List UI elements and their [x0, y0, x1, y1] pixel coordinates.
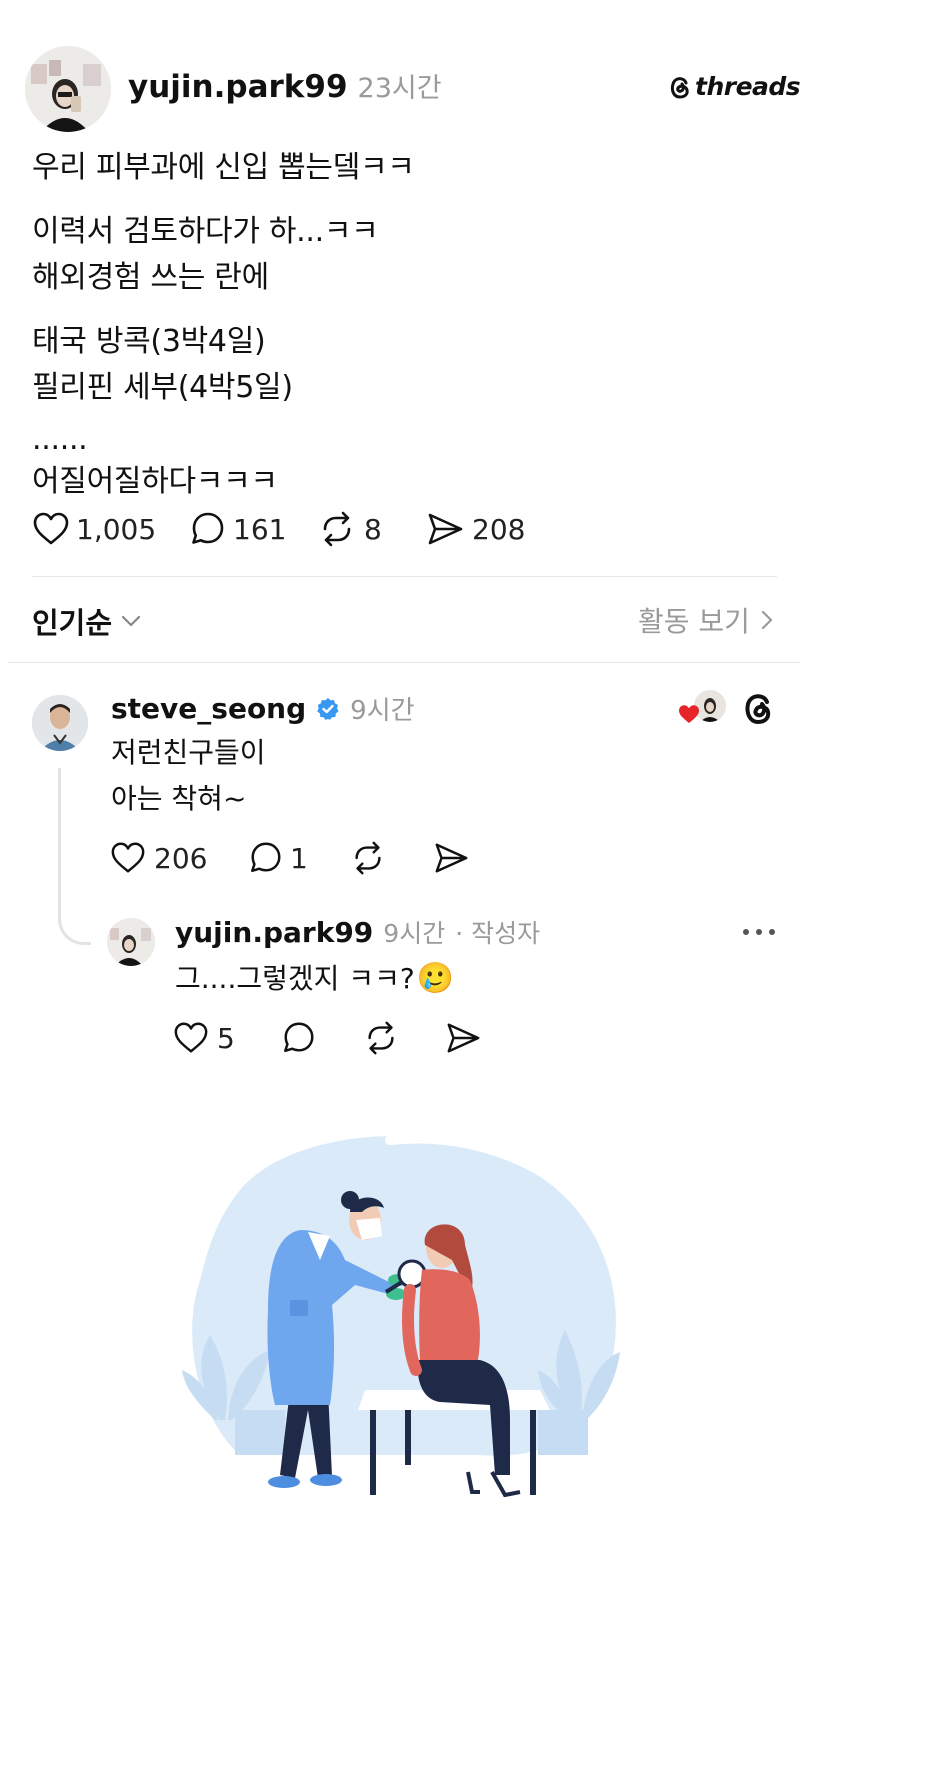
- post-line: 필리핀 세부(4박5일): [32, 370, 293, 405]
- reply-like-button[interactable]: 5: [173, 1020, 235, 1056]
- comment-reply-button[interactable]: 1: [248, 840, 308, 876]
- comment-author-avatar[interactable]: [32, 695, 88, 751]
- post-line: 어질어질하다ㅋㅋㅋ: [32, 464, 278, 499]
- repost-icon[interactable]: [363, 1020, 399, 1056]
- reply-time: 9시간: [383, 919, 446, 948]
- share-count: 208: [472, 512, 526, 546]
- reply-author-avatar[interactable]: [107, 918, 155, 966]
- heart-icon: [111, 842, 145, 873]
- replies-divider: [8, 662, 800, 663]
- comment-username[interactable]: steve_seong: [111, 692, 306, 725]
- heart-icon: [33, 512, 69, 545]
- comment-icon: [192, 512, 224, 544]
- threads-icon: [670, 76, 689, 99]
- repost-count: 8: [364, 512, 382, 546]
- post-line: 태국 방콕(3박4일): [32, 324, 266, 359]
- comment-like-count: 206: [154, 841, 208, 875]
- post-line: 이력서 검토하다가 하...ㅋㅋ: [32, 214, 379, 249]
- more-options-icon[interactable]: [741, 922, 777, 942]
- comment-reply-count: 1: [290, 841, 308, 875]
- heart-icon: [174, 1022, 208, 1053]
- post-actions: 1,005 161 8 208: [32, 510, 632, 554]
- repost-icon: [323, 511, 351, 547]
- send-icon[interactable]: [445, 1020, 481, 1056]
- comment-actions: 206 1: [110, 840, 530, 880]
- post-body: 우리 피부과에 신입 뽑는뎈ㅋㅋ 이력서 검토하다가 하...ㅋㅋ 해외경험 쓰…: [32, 142, 892, 508]
- threads-icon[interactable]: [741, 690, 775, 726]
- comment-like-button[interactable]: 206: [110, 840, 207, 876]
- share-button[interactable]: 208: [426, 510, 525, 548]
- verified-badge-icon: [317, 697, 339, 720]
- post-author-avatar[interactable]: [25, 46, 111, 132]
- post-time: 23시간: [357, 73, 442, 104]
- comment-time: 9시간: [350, 696, 415, 726]
- post-line: 해외경험 쓰는 란에: [32, 260, 269, 295]
- post-username[interactable]: yujin.park99: [128, 69, 348, 105]
- send-icon: [428, 513, 463, 545]
- activity-label: 활동 보기: [638, 605, 750, 638]
- comment-button[interactable]: 161: [189, 510, 286, 548]
- like-count: 1,005: [76, 512, 157, 546]
- comment-line: 아는 착혀~: [111, 782, 247, 815]
- post-line: 우리 피부과에 신입 뽑는뎈ㅋㅋ: [32, 150, 415, 185]
- comment-count: 161: [233, 512, 287, 546]
- thread-line: [58, 768, 91, 945]
- repost-button[interactable]: 8: [318, 510, 382, 548]
- reply-username[interactable]: yujin.park99: [175, 916, 373, 949]
- repost-icon[interactable]: [350, 840, 386, 876]
- comment-icon: [251, 842, 281, 873]
- reply-actions: 5: [173, 1020, 493, 1060]
- post-divider: [32, 576, 777, 577]
- heart-icon: [679, 705, 699, 723]
- comment-line: 저런친구들이: [111, 736, 266, 769]
- view-activity-link[interactable]: 활동 보기: [638, 600, 774, 640]
- dermatology-illustration: [182, 1133, 632, 1498]
- sort-label: 인기순: [32, 606, 113, 640]
- comment-icon[interactable]: [281, 1020, 317, 1056]
- author-tag: · 작성자: [455, 919, 541, 948]
- send-icon[interactable]: [433, 840, 469, 876]
- author-liked-indicator: [678, 690, 728, 726]
- chevron-down-icon: [121, 615, 141, 627]
- reply-like-count: 5: [217, 1021, 235, 1055]
- threads-logo[interactable]: threads: [668, 72, 801, 101]
- chevron-right-icon: [761, 610, 773, 630]
- sort-dropdown[interactable]: 인기순: [32, 600, 142, 642]
- like-button[interactable]: 1,005: [32, 510, 156, 548]
- reply-text: 그....그렇겠지 ㅋㅋ?: [175, 962, 415, 995]
- reply-emoji: 🥲: [416, 961, 455, 996]
